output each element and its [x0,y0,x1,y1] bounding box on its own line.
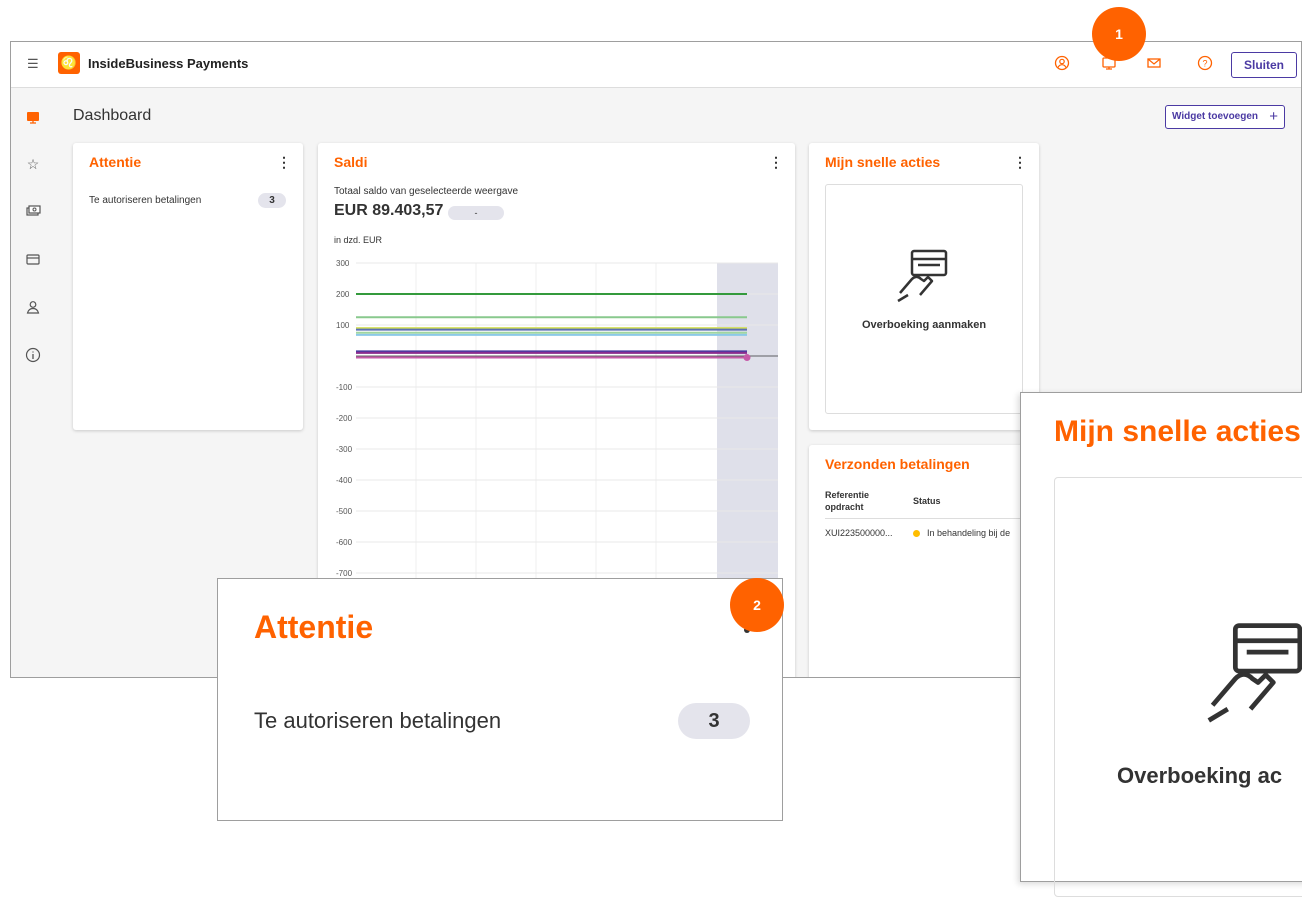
quick-actions-zoom-panel: Mijn snelle acties Overboeking ac [1020,392,1302,897]
col-header-status: Status [913,496,941,506]
mail-icon[interactable] [1145,55,1163,73]
chart-y-tick-label: -600 [336,538,353,547]
sent-payments-widget: Verzonden betalingen Referentie opdracht… [809,445,1039,677]
quick-action-tile[interactable]: Overboeking aanmaken [825,184,1023,414]
app-title: InsideBusiness Payments [88,56,249,71]
more-options-icon[interactable]: ⋮ [277,154,291,171]
quick-actions-widget: Mijn snelle acties ⋮ Overboeking aanmake… [809,143,1039,430]
more-options-icon[interactable]: ⋮ [1013,154,1027,171]
zoom-attention-count-badge: 3 [678,703,750,739]
plus-icon: + [1269,108,1278,125]
sidebar-item-payments[interactable] [24,203,42,221]
chart-unit-label: in dzd. EUR [334,235,383,245]
hamburger-menu-icon[interactable]: ☰ [27,56,41,72]
callout-badge-1: 1 [1092,7,1146,61]
sent-payments-title: Verzonden betalingen [825,456,970,472]
attention-zoom-panel: Attentie Te autoriseren betalingen 3 [217,578,783,821]
zoom-transfer-hand-icon [1207,623,1302,723]
zoom-quick-action-tile[interactable]: Overboeking ac [1054,477,1302,897]
add-widget-label: Widget toevoegen [1172,111,1259,122]
transfer-hand-icon [897,249,948,303]
sidebar-item-users[interactable] [24,299,42,317]
chart-data-point[interactable] [743,354,751,362]
chart-y-tick-label: -400 [336,476,353,485]
chart-y-tick-label: -500 [336,507,353,516]
zoom-attention-title: Attentie [254,609,374,645]
attention-count-badge: 3 [258,193,286,208]
balances-title: Saldi [334,154,368,170]
quick-actions-title: Mijn snelle acties [825,154,941,170]
chart-y-tick-label: -300 [336,445,353,454]
chart-y-tick-label: 200 [336,290,350,299]
balance-change-badge: - [448,206,504,220]
quick-action-label: Overboeking aanmaken [861,319,987,331]
svg-text:?: ? [1202,59,1207,69]
page-title: Dashboard [73,107,152,124]
zoom-quick-actions-title: Mijn snelle acties [1054,415,1301,448]
status-dot-icon [913,530,920,537]
lion-logo-icon: ♌ [58,52,80,74]
user-icon[interactable] [1053,55,1071,73]
table-divider [825,518,1039,519]
attention-title: Attentie [89,154,142,170]
add-widget-button[interactable]: Widget toevoegen + [1165,105,1285,129]
sidebar-item-cards[interactable] [24,251,42,269]
chart-y-tick-label: -100 [336,383,353,392]
sidebar: ☆ [11,89,56,677]
balances-subtitle: Totaal saldo van geselecteerde weergave [334,186,519,197]
zoom-attention-item-label[interactable]: Te autoriseren betalingen [254,708,501,734]
chart-y-tick-label: -200 [336,414,353,423]
table-cell-reference[interactable]: XUI223500000... [825,528,893,538]
chart-y-tick-label: 100 [336,321,350,330]
close-button[interactable]: Sluiten [1231,52,1297,78]
chart-y-tick-label: -700 [336,569,353,578]
help-icon[interactable]: ? [1196,55,1214,73]
attention-widget: Attentie ⋮ Te autoriseren betalingen 3 [73,143,303,430]
sidebar-item-dashboard[interactable] [24,109,42,127]
col-header-reference: Referentie opdracht [825,490,870,512]
sidebar-item-favorites[interactable]: ☆ [24,155,42,173]
zoom-quick-action-label: Overboeking ac [1117,763,1283,788]
chart-y-tick-label: 300 [336,259,350,268]
callout-badge-2: 2 [730,578,784,632]
balance-amount: EUR 89.403,57 [334,202,444,219]
sidebar-item-info[interactable] [24,347,42,365]
attention-item-label[interactable]: Te autoriseren betalingen [89,195,201,206]
more-options-icon[interactable]: ⋮ [769,154,783,171]
